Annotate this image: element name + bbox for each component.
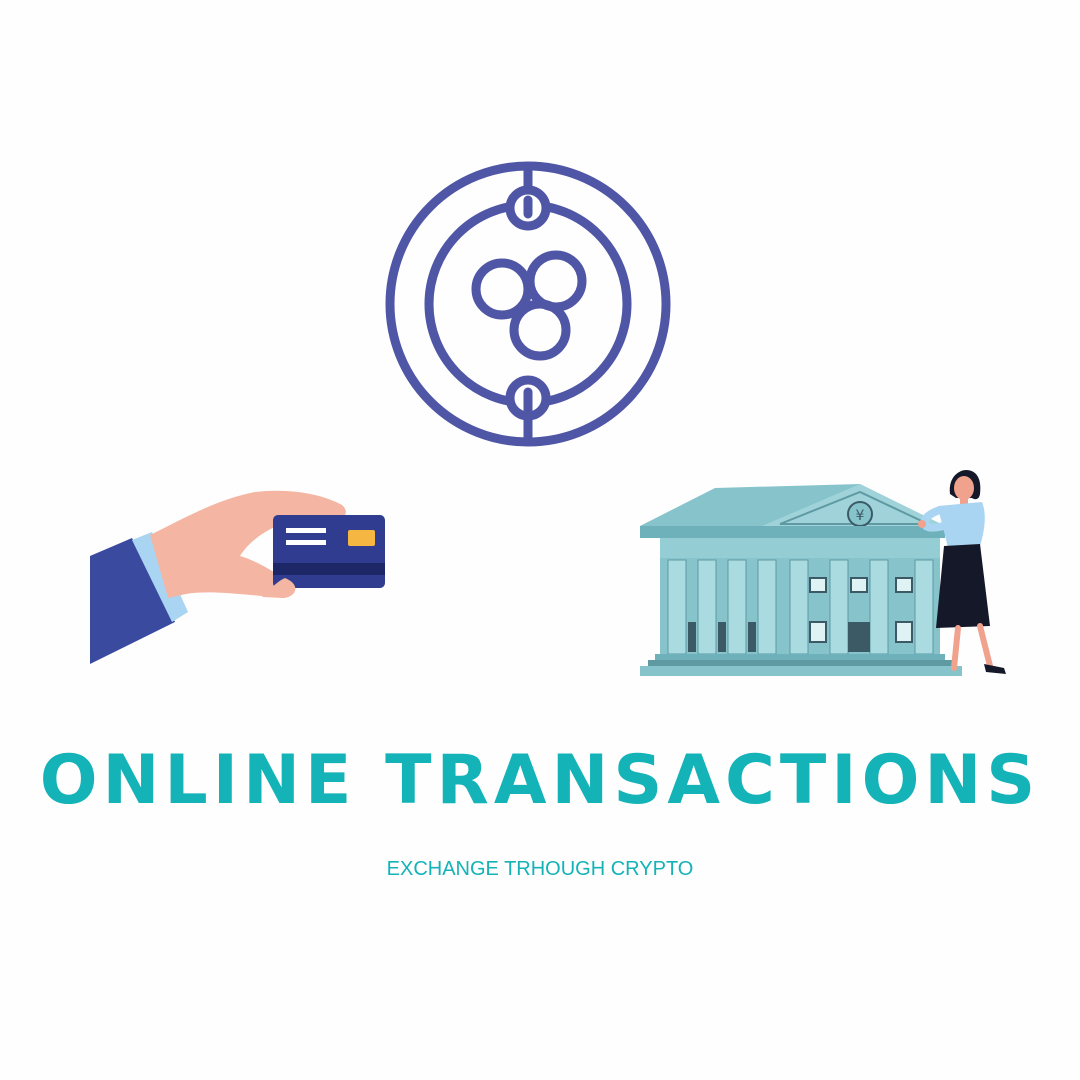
crypto-mark-ring-bottom [509,299,571,361]
woman-leg [977,623,993,669]
bank-window [850,577,868,593]
bank-main-door [848,622,870,652]
bank-column [667,559,687,655]
bank-window [809,621,827,643]
bank-window [895,621,913,643]
woman-hand [918,520,926,528]
hand-holding-card-icon [90,490,385,664]
headline: ONLINE TRANSACTIONS [39,741,1041,820]
bank-column [757,559,777,655]
card-line-1 [286,528,326,533]
card-magnetic-stripe [273,563,385,575]
bank-doorway [688,622,696,652]
subline: EXCHANGE TRHOUGH CRYPTO [386,858,694,880]
crypto-mark-ring-right [525,250,587,312]
woman-face [954,476,974,500]
bank-column [869,559,889,655]
bank-frieze [660,538,940,558]
bank-step [640,666,962,676]
credit-card [273,515,385,588]
bank-coin-symbol: ¥ [856,508,865,524]
bank-column [829,559,849,655]
poster: ¥ ONLINE TRANSACTIONS EXCHANGE TRHOUGH C… [0,0,1080,1080]
bank-entablature [640,526,945,538]
woman-neck [960,498,968,504]
illustration-layer: ¥ [90,161,1006,676]
bank-building-icon: ¥ [640,484,962,676]
card-line-2 [286,540,326,545]
woman-leg [951,625,961,671]
woman-shoe [984,664,1006,674]
bank-column [914,559,934,655]
bank-doorway [748,622,756,652]
bank-column [727,559,747,655]
bank-column [789,559,809,655]
crypto-ripple-icon [385,161,671,447]
bank-window [809,577,827,593]
bank-doorway [718,622,726,652]
woman-skirt [936,544,990,628]
bank-window [895,577,913,593]
bank-step [648,660,952,666]
bank-column [697,559,717,655]
bank-step [655,654,945,660]
card-chip [348,530,375,546]
